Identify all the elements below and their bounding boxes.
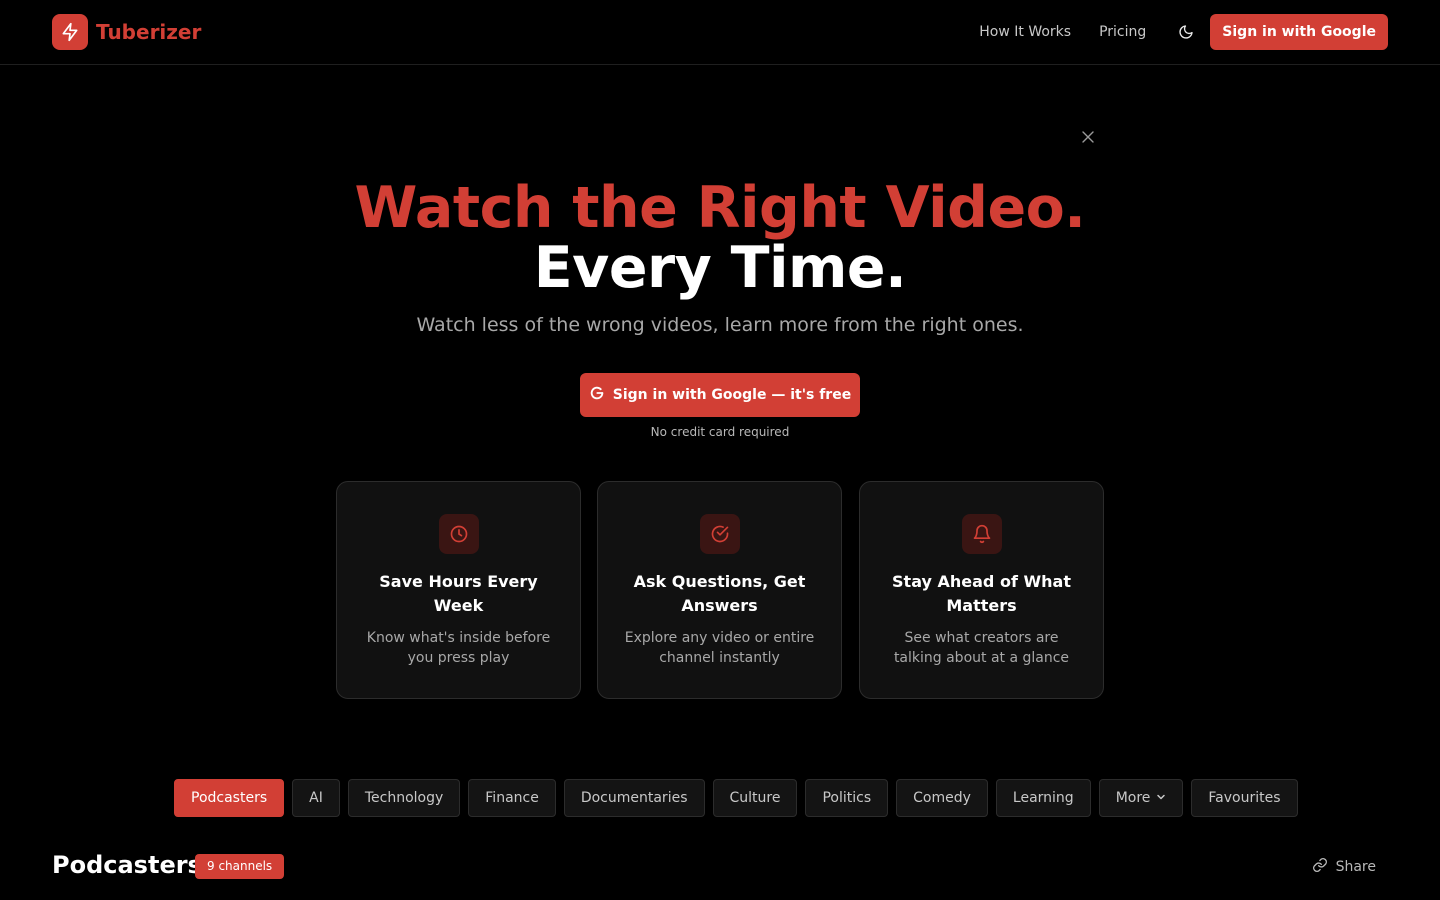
- google-icon: [589, 385, 605, 405]
- feature-desc: Explore any video or entire channel inst…: [624, 630, 815, 666]
- feature-title: Save Hours Every Week: [379, 572, 538, 615]
- tab-finance[interactable]: Finance: [468, 779, 556, 817]
- tab-technology[interactable]: Technology: [347, 779, 461, 817]
- hero-title-line2: Every Time.: [533, 235, 907, 301]
- link-icon: [1312, 857, 1328, 877]
- category-tabs: Podcasters AI Technology Finance Documen…: [174, 779, 1298, 817]
- lightning-icon: [52, 14, 88, 50]
- tab-podcasters[interactable]: Podcasters: [174, 779, 285, 817]
- nav-links: How It Works Pricing Sign in with Google: [979, 14, 1388, 50]
- nav-pricing[interactable]: Pricing: [1099, 24, 1146, 40]
- feature-desc: Know what's inside before you press play: [366, 630, 551, 666]
- share-button[interactable]: Share: [1312, 857, 1376, 877]
- brand-logo[interactable]: Tuberizer: [52, 14, 201, 50]
- tab-favourites[interactable]: Favourites: [1191, 779, 1298, 817]
- tab-culture[interactable]: Culture: [712, 779, 798, 817]
- top-navbar: Tuberizer How It Works Pricing Sign in w…: [0, 0, 1440, 65]
- hero-signin-label: Sign in with Google — it's free: [612, 387, 852, 403]
- feature-card-save-hours: Save Hours Every Week Know what's inside…: [336, 481, 581, 699]
- feature-card-ask-questions: Ask Questions, Get Answers Explore any v…: [597, 481, 842, 699]
- header-signin-button[interactable]: Sign in with Google: [1210, 14, 1388, 50]
- tab-more-label: More: [1115, 790, 1151, 806]
- hero-subtitle: Watch less of the wrong videos, learn mo…: [416, 314, 1024, 336]
- brand-name: Tuberizer: [96, 20, 202, 44]
- check-circle-icon: [699, 514, 740, 554]
- hero-signin-button[interactable]: Sign in with Google — it's free: [580, 373, 860, 417]
- clock-icon: [438, 514, 479, 554]
- feature-desc: See what creators are talking about at a…: [893, 630, 1070, 666]
- tab-more-dropdown[interactable]: More: [1098, 779, 1184, 817]
- close-icon[interactable]: [1078, 127, 1098, 147]
- nav-how-it-works[interactable]: How It Works: [979, 24, 1071, 40]
- feature-title: Stay Ahead of What Matters: [892, 572, 1071, 615]
- bell-icon: [961, 514, 1002, 554]
- feature-title: Ask Questions, Get Answers: [633, 572, 806, 615]
- tab-learning[interactable]: Learning: [995, 779, 1091, 817]
- section-title: Podcasters: [52, 851, 202, 879]
- hero-note: No credit card required: [650, 425, 790, 439]
- feature-card-stay-ahead: Stay Ahead of What Matters See what crea…: [859, 481, 1104, 699]
- chevron-down-icon: [1156, 790, 1166, 806]
- channel-count-badge: 9 channels: [195, 854, 285, 879]
- tab-ai[interactable]: AI: [292, 779, 340, 817]
- tab-politics[interactable]: Politics: [805, 779, 889, 817]
- share-label: Share: [1335, 859, 1376, 875]
- moon-icon[interactable]: [1174, 20, 1198, 44]
- tab-comedy[interactable]: Comedy: [896, 779, 988, 817]
- tab-documentaries[interactable]: Documentaries: [563, 779, 705, 817]
